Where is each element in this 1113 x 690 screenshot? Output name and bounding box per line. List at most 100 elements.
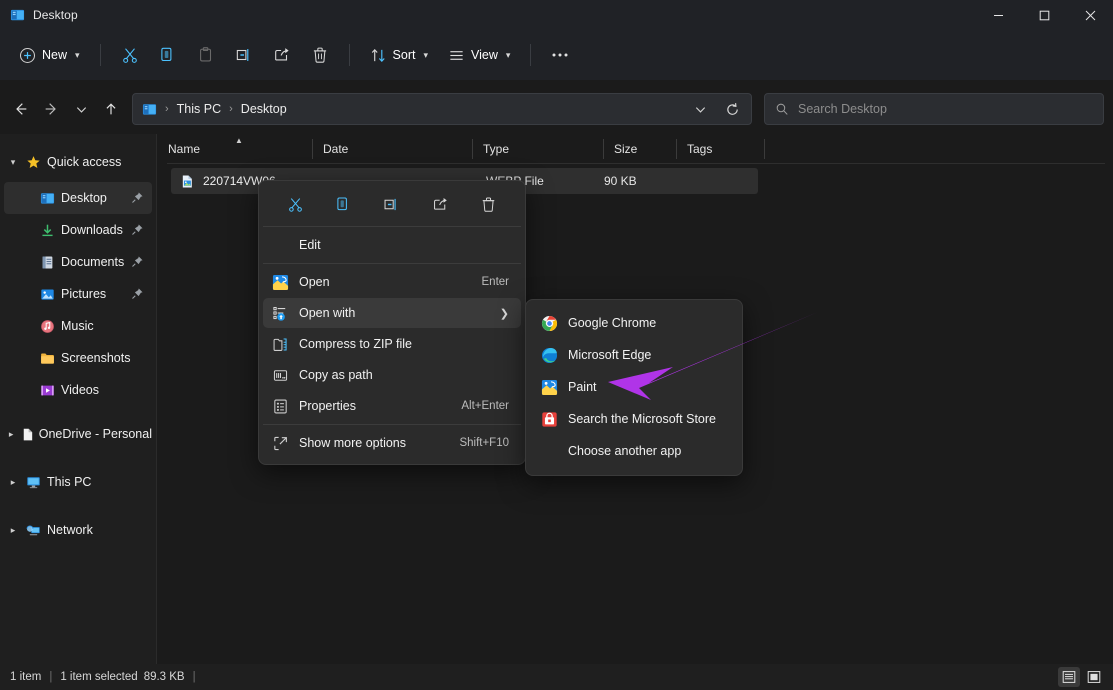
previous-locations-button[interactable] <box>687 96 713 122</box>
column-header-size[interactable]: Size <box>603 134 676 164</box>
column-header-tags[interactable]: Tags <box>676 134 764 164</box>
folder-icon <box>36 351 58 366</box>
pin-icon[interactable] <box>131 255 144 271</box>
minimize-button[interactable] <box>975 0 1021 30</box>
back-button[interactable] <box>6 94 36 124</box>
column-header-type[interactable]: Type <box>472 134 603 164</box>
see-more-button[interactable] <box>542 38 578 72</box>
open-with-submenu[interactable]: Google Chrome Microsoft Edge Paint Searc… <box>525 299 743 476</box>
view-toggle-group <box>1058 667 1105 687</box>
context-item-accel: Alt+Enter <box>461 400 509 412</box>
status-selection-size: 89.3 KB <box>143 671 185 683</box>
chevron-down-icon: ▾ <box>75 49 80 60</box>
status-selection: 1 item selected <box>60 671 138 683</box>
sidebar-item-videos[interactable]: Videos <box>4 374 152 406</box>
maximize-button[interactable] <box>1021 0 1067 30</box>
window-title: Desktop <box>33 8 78 22</box>
status-separator: | <box>192 671 196 683</box>
sidebar-group-quick-access[interactable]: ▾ Quick access <box>4 146 152 178</box>
recent-locations-button[interactable] <box>66 94 96 124</box>
context-delete-button[interactable] <box>473 189 505 219</box>
new-button[interactable]: New ▾ <box>10 38 89 72</box>
chrome-icon <box>530 315 568 332</box>
copy-icon <box>159 46 177 64</box>
view-button[interactable]: View ▾ <box>439 38 519 72</box>
edge-icon <box>530 347 568 364</box>
column-header-date[interactable]: Date <box>312 134 472 164</box>
context-menu-toolbar <box>259 185 525 223</box>
navigation-pane[interactable]: ▾ Quick access Desktop Downloads Documen… <box>0 134 156 664</box>
context-cut-button[interactable] <box>279 189 311 219</box>
sort-button[interactable]: Sort ▾ <box>361 38 437 72</box>
sidebar-item-downloads[interactable]: Downloads <box>4 214 152 246</box>
submenu-item-paint[interactable]: Paint <box>530 371 738 403</box>
submenu-item-choose-another-app[interactable]: Choose another app <box>530 435 738 467</box>
sidebar-item-label: This PC <box>47 475 92 489</box>
paste-button[interactable] <box>188 38 224 72</box>
zip-icon <box>263 336 297 353</box>
pin-icon[interactable] <box>131 191 144 207</box>
submenu-item-google-chrome[interactable]: Google Chrome <box>530 307 738 339</box>
sidebar-item-label: Pictures <box>61 287 107 301</box>
sidebar-item-onedrive[interactable]: ▸ OneDrive - Personal <box>4 418 152 450</box>
context-item-edit[interactable]: Edit <box>263 230 521 260</box>
chevron-right-icon[interactable]: ▸ <box>4 525 22 536</box>
sidebar-item-pictures[interactable]: Pictures <box>4 278 152 310</box>
context-item-copy-as-path[interactable]: Copy as path <box>263 360 521 390</box>
context-item-properties[interactable]: Properties Alt+Enter <box>263 391 521 421</box>
context-item-show-more-options[interactable]: Show more options Shift+F10 <box>263 428 521 458</box>
chevron-right-icon[interactable]: ▸ <box>4 429 18 440</box>
context-item-label: Properties <box>299 399 356 413</box>
breadcrumb-this-pc[interactable]: This PC <box>177 102 221 116</box>
submenu-item-microsoft-edge[interactable]: Microsoft Edge <box>530 339 738 371</box>
close-button[interactable] <box>1067 0 1113 30</box>
sidebar-item-desktop[interactable]: Desktop <box>4 182 152 214</box>
search-box[interactable]: Search Desktop <box>764 93 1104 125</box>
status-item-count: 1 item <box>10 671 42 683</box>
file-explorer-window: Desktop New ▾ Sort ▾ View ▾ › This PC › … <box>0 0 1113 690</box>
context-rename-button[interactable] <box>376 189 408 219</box>
up-button[interactable] <box>96 94 126 124</box>
onedrive-icon <box>18 427 35 442</box>
desktop-icon <box>36 191 58 206</box>
sort-button-label: Sort <box>392 48 416 62</box>
sidebar-item-documents[interactable]: Documents <box>4 246 152 278</box>
sidebar-item-label: Desktop <box>61 191 107 205</box>
sidebar-item-label: Network <box>47 523 93 537</box>
context-share-button[interactable] <box>424 189 456 219</box>
search-input[interactable]: Search Desktop <box>798 102 887 116</box>
share-button[interactable] <box>264 38 300 72</box>
pin-icon[interactable] <box>131 287 144 303</box>
context-menu[interactable]: Edit Open Enter Open with ❯ Compress to … <box>258 180 526 465</box>
delete-button[interactable] <box>302 38 338 72</box>
large-icons-view-button[interactable] <box>1083 667 1105 687</box>
submenu-item-search-microsoft-store[interactable]: Search the Microsoft Store <box>530 403 738 435</box>
forward-button[interactable] <box>36 94 66 124</box>
context-item-open-with[interactable]: Open with ❯ <box>263 298 521 328</box>
cut-button[interactable] <box>112 38 148 72</box>
breadcrumb-desktop[interactable]: Desktop <box>241 102 287 116</box>
details-view-button[interactable] <box>1058 667 1080 687</box>
chevron-right-icon[interactable]: ▸ <box>4 477 22 488</box>
sidebar-item-network[interactable]: ▸ Network <box>4 514 152 546</box>
address-bar-row: › This PC › Desktop Search Desktop <box>0 88 1113 130</box>
trash-icon <box>311 46 329 64</box>
column-header-name[interactable]: Name ▲ <box>157 134 312 164</box>
copy-button[interactable] <box>150 38 186 72</box>
sidebar-item-screenshots[interactable]: Screenshots <box>4 342 152 374</box>
toolbar-divider-2 <box>348 44 350 66</box>
new-button-label: New <box>42 48 68 62</box>
sidebar-item-label: OneDrive - Personal <box>38 427 152 441</box>
address-bar[interactable]: › This PC › Desktop <box>132 93 752 125</box>
pin-icon[interactable] <box>131 223 144 239</box>
context-copy-button[interactable] <box>328 189 360 219</box>
sidebar-item-this-pc[interactable]: ▸ This PC <box>4 466 152 498</box>
paste-icon <box>197 46 215 64</box>
context-item-compress-zip[interactable]: Compress to ZIP file <box>263 329 521 359</box>
status-bar: 1 item | 1 item selected 89.3 KB | <box>0 664 1113 690</box>
sidebar-item-music[interactable]: Music <box>4 310 152 342</box>
refresh-button[interactable] <box>719 96 745 122</box>
rename-button[interactable] <box>226 38 262 72</box>
chevron-down-icon[interactable]: ▾ <box>4 157 22 168</box>
context-item-open[interactable]: Open Enter <box>263 267 521 297</box>
